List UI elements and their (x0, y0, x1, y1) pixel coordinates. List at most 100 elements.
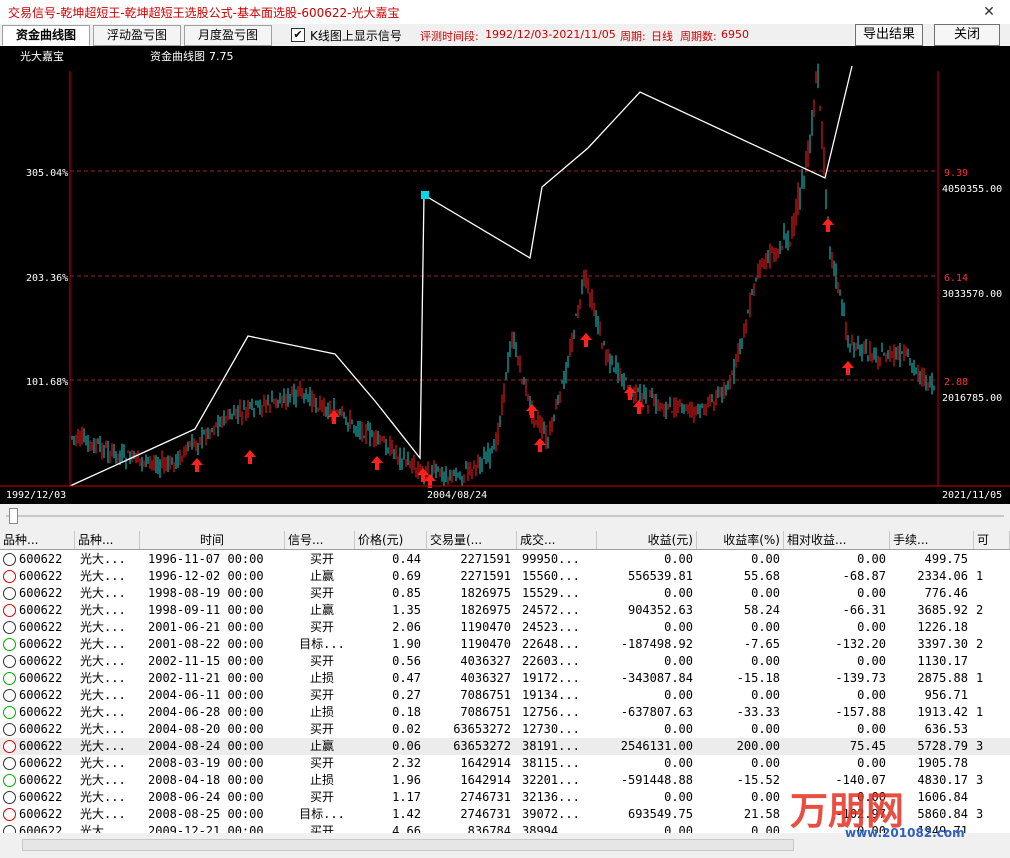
cell-volume: 1826975 (460, 603, 511, 617)
cell-code: 600622 (19, 569, 63, 583)
cell-time: 2008-04-18 00:00 (148, 773, 264, 787)
cell-rate: 0.00 (751, 688, 780, 702)
col-name[interactable]: 品种... (75, 531, 140, 549)
cell-time: 2001-06-21 00:00 (148, 620, 264, 634)
table-row[interactable]: 600622 光大... 1996-11-07 00:00 买开 0.44 2271591… (0, 551, 1010, 568)
cell-signal: 止赢 (309, 569, 334, 583)
cell-profit: 0.00 (664, 824, 693, 833)
cell-volume: 7086751 (460, 688, 511, 702)
export-button[interactable]: 导出结果 (855, 24, 923, 46)
cell-signal: 买开 (309, 586, 334, 600)
close-button[interactable]: 关闭 (934, 24, 1000, 46)
cell-extra (976, 619, 996, 636)
col-signal[interactable]: 信号... (285, 531, 355, 549)
signal-face-icon (3, 808, 16, 821)
cell-volume: 2271591 (460, 569, 511, 583)
cell-name: 光大... (80, 773, 126, 787)
cell-rate: -15.52 (736, 773, 780, 787)
cell-price: 0.47 (392, 671, 421, 685)
col-extra[interactable]: 可 (974, 531, 1010, 549)
table-row[interactable]: 600622 光大... 2004-06-11 00:00 买开 0.27 7086751… (0, 687, 1010, 704)
eval-period-value: 1992/12/03-2021/11/05 (485, 28, 616, 41)
cell-name: 光大... (80, 620, 126, 634)
cell-rate: 0.00 (751, 722, 780, 736)
cell-amount: 15560... (522, 569, 580, 583)
cell-name: 光大... (80, 569, 126, 583)
cell-fee: 2334.06 (917, 569, 968, 583)
cell-amount: 22648... (522, 637, 580, 651)
cell-price: 2.32 (392, 756, 421, 770)
table-row[interactable]: 600622 光大... 2002-11-21 00:00 止损 0.47 4036327… (0, 670, 1010, 687)
buy-arrow-icon (822, 218, 834, 232)
toolbar: 资金曲线图 浮动盈亏图 月度盈亏图 ✔ K线图上显示信号 评测时间段: 1992… (0, 24, 1010, 46)
cell-profit: 0.00 (664, 688, 693, 702)
col-fee[interactable]: 手续... (890, 531, 974, 549)
cell-extra: 2 (976, 603, 984, 617)
table-scroll-track[interactable] (22, 839, 794, 851)
cell-volume: 7086751 (460, 705, 511, 719)
col-relative[interactable]: 相对收益... (784, 531, 890, 549)
table-row[interactable]: 600622 光大... 2004-08-20 00:00 买开 0.02 6365327… (0, 721, 1010, 738)
cell-price: 0.69 (392, 569, 421, 583)
table-row[interactable]: 600622 光大... 2001-06-21 00:00 买开 2.06 1190470… (0, 619, 1010, 636)
cell-time: 2004-06-11 00:00 (148, 688, 264, 702)
cell-code: 600622 (19, 705, 63, 719)
kline-signal-label: K线图上显示信号 (310, 29, 402, 43)
buy-arrow-icon (244, 450, 256, 464)
cell-code: 600622 (19, 620, 63, 634)
table-row[interactable]: 600622 光大... 2001-08-22 00:00 目标... 1.90 1190… (0, 636, 1010, 653)
cell-relative: 75.45 (849, 739, 886, 753)
close-icon[interactable]: ✕ (976, 0, 1002, 24)
table-row[interactable]: 600622 光大... 2008-03-19 00:00 买开 2.32 1642914… (0, 755, 1010, 772)
cell-code: 600622 (19, 756, 63, 770)
cell-amount: 19172... (522, 671, 580, 685)
tab-equity-curve[interactable]: 资金曲线图 (2, 25, 90, 46)
right-amount-tick-1: 4050355.00 (942, 184, 1002, 195)
cell-fee: 5728.79 (917, 739, 968, 753)
cell-rate: 200.00 (736, 739, 780, 753)
cell-rate: 0.00 (751, 756, 780, 770)
col-amount[interactable]: 成交... (517, 531, 597, 549)
cell-extra: 2 (976, 637, 984, 651)
cell-extra (976, 721, 996, 738)
cell-volume: 4036327 (460, 654, 511, 668)
chart-scroll-thumb[interactable] (9, 508, 18, 524)
cell-relative: -132.20 (835, 637, 886, 651)
eval-count-value: 6950 (721, 28, 749, 41)
col-volume[interactable]: 交易量(... (427, 531, 517, 549)
table-row[interactable]: 600622 光大... 1998-09-11 00:00 止赢 1.35 1826975… (0, 602, 1010, 619)
eval-cycle-label: 周期: (620, 30, 646, 43)
signal-face-icon (3, 791, 16, 804)
cell-amount: 24572... (522, 603, 580, 617)
cell-price: 0.44 (392, 552, 421, 566)
col-time[interactable]: 时间 (140, 531, 285, 549)
table-row[interactable]: 600622 光大... 1998-08-19 00:00 买开 0.85 1826975… (0, 585, 1010, 602)
cell-signal: 买开 (309, 756, 334, 770)
cell-profit: 0.00 (664, 620, 693, 634)
tab-monthly-pnl[interactable]: 月度盈亏图 (184, 25, 272, 46)
chart-scrollbar[interactable] (0, 505, 1010, 527)
cell-code: 600622 (19, 739, 63, 753)
col-code[interactable]: 品种... (0, 531, 75, 549)
table-row[interactable]: 600622 光大... 1996-12-02 00:00 止赢 0.69 2271591… (0, 568, 1010, 585)
cell-relative: -139.73 (835, 671, 886, 685)
cell-price: 2.06 (392, 620, 421, 634)
kline-signal-checkbox[interactable]: ✔ (291, 28, 305, 42)
table-row[interactable]: 600622 光大... 2004-08-24 00:00 止赢 0.06 6365327… (0, 738, 1010, 755)
cell-signal: 买开 (309, 790, 334, 804)
x-label-end: 2021/11/05 (942, 490, 1002, 501)
col-price[interactable]: 价格(元) (355, 531, 427, 549)
cell-volume: 836784 (467, 824, 511, 833)
table-row[interactable]: 600622 光大... 2002-11-15 00:00 买开 0.56 4036327… (0, 653, 1010, 670)
right-amount-tick-2: 3033570.00 (942, 289, 1002, 300)
table-row[interactable]: 600622 光大... 2004-06-28 00:00 止损 0.18 7086751… (0, 704, 1010, 721)
cell-time: 1996-12-02 00:00 (148, 569, 264, 583)
tab-floating-pnl[interactable]: 浮动盈亏图 (93, 25, 181, 46)
col-rate[interactable]: 收益率(%) (697, 531, 784, 549)
signal-face-icon (3, 570, 16, 583)
cell-price: 1.96 (392, 773, 421, 787)
col-profit[interactable]: 收益(元) (597, 531, 697, 549)
cell-code: 600622 (19, 637, 63, 651)
cell-relative: -68.87 (842, 569, 886, 583)
cell-rate: 0.00 (751, 586, 780, 600)
